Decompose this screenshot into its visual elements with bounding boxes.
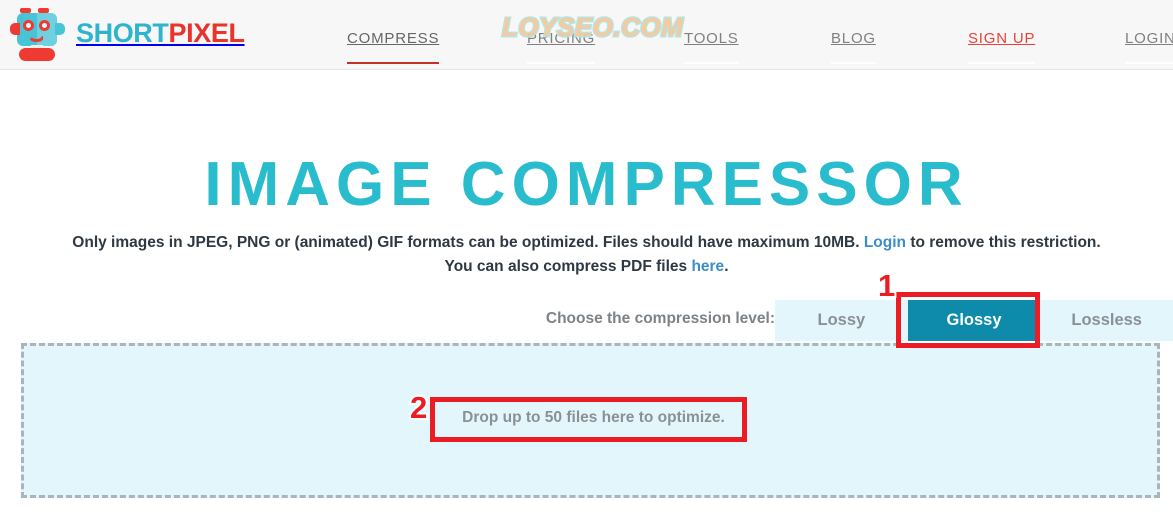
file-dropzone[interactable]: Drop up to 50 files here to optimize.: [21, 343, 1160, 498]
nav-item-blog[interactable]: BLOG: [831, 30, 876, 64]
intro-line2-prefix: You can also compress PDF files: [444, 258, 692, 276]
nav-label-compress: COMPRESS: [347, 30, 440, 47]
page-title: IMAGE COMPRESSOR: [204, 149, 969, 219]
nav-item-sign-up[interactable]: SIGN UP: [968, 30, 1036, 64]
nav-underline: [684, 62, 739, 64]
compression-level-label: Choose the compression level:: [545, 310, 775, 327]
nav-underline: [1125, 62, 1173, 64]
login-link[interactable]: Login: [864, 234, 906, 251]
nav-label-sign-up: SIGN UP: [968, 30, 1036, 47]
nav-label-tools: TOOLS: [684, 30, 739, 47]
compression-option-lossy[interactable]: Lossy: [775, 300, 908, 341]
dropzone-instruction: Drop up to 50 files here to optimize.: [462, 409, 725, 426]
nav-underline: [968, 62, 1036, 64]
nav-item-login[interactable]: LOGIN: [1125, 30, 1173, 64]
nav-underline: [527, 62, 596, 64]
intro-line2-suffix: .: [724, 258, 729, 276]
intro-line1-prefix: Only images in JPEG, PNG or (animated) G…: [72, 234, 864, 251]
nav-active-underline: [347, 62, 440, 64]
compression-option-glossy[interactable]: Glossy: [907, 300, 1041, 341]
nav-underline: [831, 62, 876, 64]
loyseo-watermark: LOYSEO.COM: [500, 11, 684, 44]
nav-item-compress[interactable]: COMPRESS: [347, 30, 440, 64]
intro-line1-suffix: to remove this restriction.: [906, 234, 1101, 251]
site-header: SHORTPIXEL COMPRESS PRICING TOOLS BLOG S…: [0, 0, 1173, 70]
pdf-here-link[interactable]: here: [691, 258, 724, 275]
nav-label-login: LOGIN: [1125, 30, 1173, 47]
nav-item-tools[interactable]: TOOLS: [684, 30, 739, 64]
nav-label-blog: BLOG: [831, 30, 876, 47]
intro-text: Only images in JPEG, PNG or (animated) G…: [0, 231, 1173, 279]
compression-level-tabs: Lossy Glossy Lossless: [775, 300, 1173, 341]
compression-level-row: Choose the compression level: Lossy Glos…: [0, 300, 1173, 341]
compression-option-lossless[interactable]: Lossless: [1040, 300, 1173, 341]
